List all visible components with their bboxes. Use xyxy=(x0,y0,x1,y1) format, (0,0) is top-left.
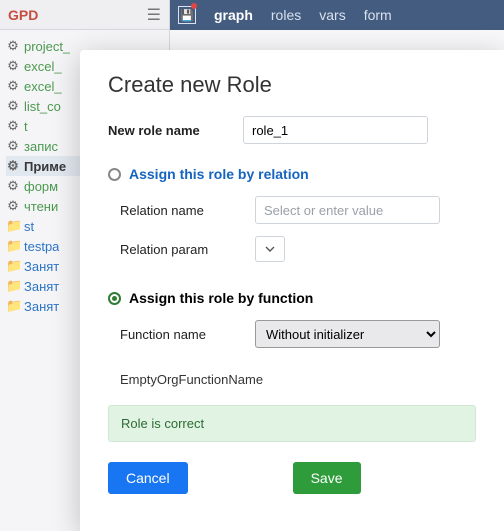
radio-icon xyxy=(108,168,121,181)
row-new-role: New role name xyxy=(108,116,476,144)
assign-function-label: Assign this role by function xyxy=(129,290,313,306)
row-relation-param: Relation param xyxy=(120,236,476,262)
radio-assign-relation[interactable]: Assign this role by relation xyxy=(108,166,476,182)
save-button[interactable]: Save xyxy=(293,462,361,494)
relation-param-label: Relation param xyxy=(120,242,255,257)
cancel-button[interactable]: Cancel xyxy=(108,462,188,494)
radio-icon-selected xyxy=(108,292,121,305)
status-message: Role is correct xyxy=(108,405,476,442)
assign-relation-label: Assign this role by relation xyxy=(129,166,309,182)
relation-name-label: Relation name xyxy=(120,203,255,218)
new-role-label: New role name xyxy=(108,123,243,138)
radio-assign-function[interactable]: Assign this role by function xyxy=(108,290,476,306)
function-name-label: Function name xyxy=(120,327,255,342)
row-function-name: Function name Without initializer xyxy=(120,320,476,348)
function-name-select[interactable]: Without initializer xyxy=(255,320,440,348)
relation-name-input[interactable] xyxy=(255,196,440,224)
chevron-down-icon xyxy=(265,244,275,254)
create-role-modal: Create new Role New role name Assign thi… xyxy=(80,50,504,531)
empty-org-text: EmptyOrgFunctionName xyxy=(120,372,476,387)
relation-param-select[interactable] xyxy=(255,236,285,262)
modal-title: Create new Role xyxy=(108,72,476,98)
new-role-input[interactable] xyxy=(243,116,428,144)
row-relation-name: Relation name xyxy=(120,196,476,224)
button-row: Cancel Save xyxy=(108,462,476,494)
